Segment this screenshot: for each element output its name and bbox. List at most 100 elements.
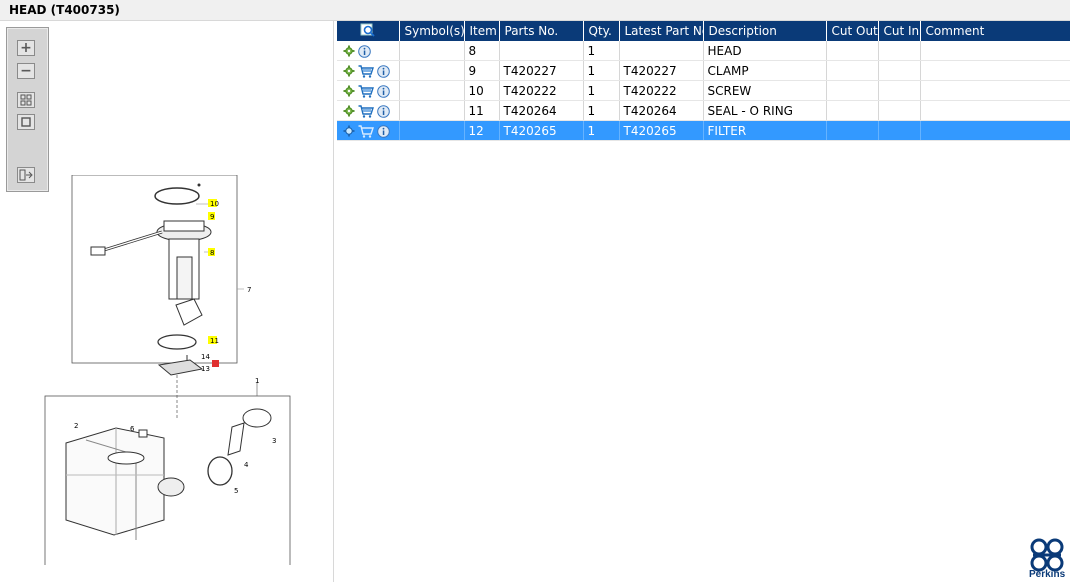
search-parts-icon[interactable] xyxy=(360,23,376,37)
cut-in-cell xyxy=(878,80,921,101)
svg-text:7: 7 xyxy=(247,286,251,294)
gear-icon[interactable] xyxy=(343,125,355,137)
qty-cell: 1 xyxy=(583,80,620,101)
symbols-cell xyxy=(399,100,465,121)
latest-part-no-cell: T420222 xyxy=(619,80,704,101)
latest-part-no-cell: T420227 xyxy=(619,60,704,81)
cut-out-cell xyxy=(826,41,879,61)
table-header-row: Symbol(s) Item Parts No. Qty. Latest Par… xyxy=(337,21,1070,41)
description-cell: HEAD xyxy=(703,41,827,61)
latest-part-no-cell xyxy=(619,41,704,61)
cart-icon[interactable] xyxy=(358,124,374,138)
cut-out-cell xyxy=(826,100,879,121)
fit-all-icon[interactable] xyxy=(17,92,35,108)
row-actions-cell[interactable] xyxy=(337,60,400,81)
description-cell: FILTER xyxy=(703,120,827,141)
cart-icon[interactable] xyxy=(358,104,374,118)
cut-out-cell xyxy=(826,60,879,81)
cart-icon[interactable] xyxy=(358,64,374,78)
qty-cell: 1 xyxy=(583,60,620,81)
column-header-description[interactable]: Description xyxy=(703,21,827,41)
cut-in-cell xyxy=(878,41,921,61)
qty-cell: 1 xyxy=(583,120,620,141)
zoom-in-icon[interactable]: + xyxy=(17,40,35,56)
svg-text:1: 1 xyxy=(255,377,259,385)
table-row[interactable]: 8 1 HEAD xyxy=(337,41,1070,61)
svg-text:4: 4 xyxy=(244,461,249,469)
symbols-cell xyxy=(399,80,465,101)
column-header-symbols[interactable]: Symbol(s) xyxy=(399,21,465,41)
cut-in-cell xyxy=(878,120,921,141)
cut-in-cell xyxy=(878,60,921,81)
zoom-out-icon[interactable]: − xyxy=(17,63,35,79)
symbols-cell xyxy=(399,120,465,141)
svg-text:10: 10 xyxy=(210,200,219,208)
symbols-cell xyxy=(399,60,465,81)
table-row[interactable]: 10 T420222 1 T420222 SCREW xyxy=(337,80,1070,101)
viewer-toolbar: + − xyxy=(6,27,49,192)
gear-icon[interactable] xyxy=(343,65,355,77)
export-icon[interactable] xyxy=(17,167,35,183)
svg-text:13: 13 xyxy=(201,365,210,373)
parts-no-cell: T420227 xyxy=(499,60,584,81)
column-header-cut-in[interactable]: Cut In xyxy=(878,21,921,41)
qty-cell: 1 xyxy=(583,41,620,61)
description-cell: SEAL - O RING xyxy=(703,100,827,121)
comment-cell xyxy=(920,60,1070,81)
table-row[interactable]: 12 T420265 1 T420265 FILTER xyxy=(337,120,1070,141)
parts-table: Symbol(s) Item Parts No. Qty. Latest Par… xyxy=(337,21,1070,141)
fit-window-icon[interactable] xyxy=(17,114,35,130)
table-row[interactable]: 11 T420264 1 T420264 SEAL - O RING xyxy=(337,100,1070,121)
info-icon[interactable] xyxy=(377,64,390,78)
column-header-select[interactable] xyxy=(337,21,400,41)
parts-no-cell: T420222 xyxy=(499,80,584,101)
item-cell: 12 xyxy=(464,120,500,141)
info-icon[interactable] xyxy=(377,124,390,138)
column-header-item[interactable]: Item xyxy=(464,21,500,41)
info-icon[interactable] xyxy=(377,84,390,98)
parts-list-pane: Symbol(s) Item Parts No. Qty. Latest Par… xyxy=(336,21,1070,582)
brand-name: Perkins xyxy=(1029,569,1066,580)
latest-part-no-cell: T420264 xyxy=(619,100,704,121)
svg-text:2: 2 xyxy=(74,422,78,430)
qty-cell: 1 xyxy=(583,100,620,121)
info-icon[interactable] xyxy=(358,44,371,58)
svg-text:6: 6 xyxy=(130,425,135,433)
column-header-parts-no[interactable]: Parts No. xyxy=(499,21,584,41)
row-actions-cell[interactable] xyxy=(337,120,400,141)
svg-text:5: 5 xyxy=(234,487,238,495)
cart-icon[interactable] xyxy=(358,84,374,98)
item-cell: 8 xyxy=(464,41,500,61)
comment-cell xyxy=(920,41,1070,61)
page-title: HEAD (T400735) xyxy=(9,3,120,17)
svg-text:8: 8 xyxy=(210,249,214,257)
description-cell: SCREW xyxy=(703,80,827,101)
comment-cell xyxy=(920,120,1070,141)
item-cell: 11 xyxy=(464,100,500,121)
column-header-cut-out[interactable]: Cut Out xyxy=(826,21,879,41)
row-actions-cell[interactable] xyxy=(337,41,400,61)
illustration-pane[interactable]: + − 10 9 8 7 11 14 13 1 2 6 3 4 5 xyxy=(0,21,334,582)
row-actions-cell[interactable] xyxy=(337,100,400,121)
gear-icon[interactable] xyxy=(343,105,355,117)
info-icon[interactable] xyxy=(377,104,390,118)
description-cell: CLAMP xyxy=(703,60,827,81)
cut-out-cell xyxy=(826,80,879,101)
column-header-comment[interactable]: Comment xyxy=(920,21,1070,41)
table-row[interactable]: 9 T420227 1 T420227 CLAMP xyxy=(337,60,1070,81)
item-cell: 10 xyxy=(464,80,500,101)
item-cell: 9 xyxy=(464,60,500,81)
gear-icon[interactable] xyxy=(343,85,355,97)
title-bar: HEAD (T400735) xyxy=(0,0,1070,21)
gear-icon[interactable] xyxy=(343,45,355,57)
exploded-parts-diagram[interactable]: 10 9 8 7 11 14 13 1 2 6 3 4 5 xyxy=(44,175,294,565)
parts-no-cell: T420264 xyxy=(499,100,584,121)
svg-text:3: 3 xyxy=(272,437,276,445)
parts-no-cell: T420265 xyxy=(499,120,584,141)
column-header-qty[interactable]: Qty. xyxy=(583,21,620,41)
cut-in-cell xyxy=(878,100,921,121)
column-header-latest-part-no[interactable]: Latest Part No. xyxy=(619,21,704,41)
row-actions-cell[interactable] xyxy=(337,80,400,101)
comment-cell xyxy=(920,80,1070,101)
symbols-cell xyxy=(399,41,465,61)
